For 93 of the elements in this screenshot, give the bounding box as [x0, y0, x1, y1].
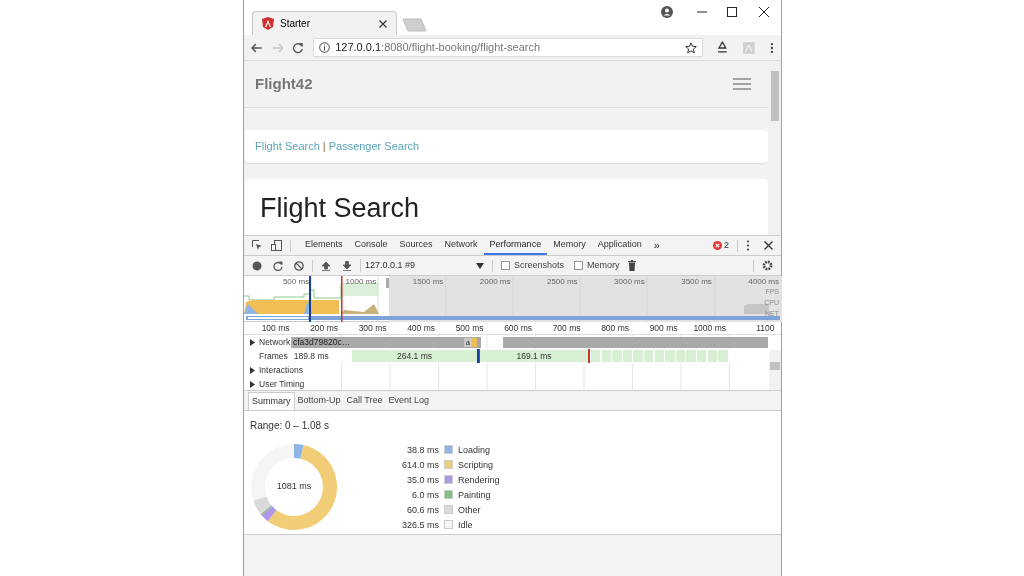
error-icon[interactable]	[713, 241, 722, 250]
expand-icon[interactable]	[249, 380, 256, 388]
address-bar[interactable]: 127.0.0.1:8080/flight-booking/flight-search	[313, 38, 703, 57]
duration-value: 38.8 ms	[406, 443, 440, 456]
expand-icon[interactable]	[249, 366, 256, 374]
back-icon[interactable]	[251, 41, 263, 54]
close-icon[interactable]	[379, 19, 387, 28]
range-text: Range: 0 – 1.08 s	[250, 419, 330, 433]
devtools-tab[interactable]: Network	[438, 236, 484, 255]
checkbox-label[interactable]: Screenshots	[514, 258, 565, 273]
tick-label: 800 ms	[601, 323, 629, 333]
info-icon	[319, 42, 331, 53]
tick-label: 900 ms	[649, 323, 678, 333]
tick-label: 600 ms	[504, 323, 532, 333]
frame-bar[interactable]: 264.1 ms	[352, 350, 477, 362]
timeline-overview-drawing[interactable]	[244, 276, 782, 322]
scrollbar[interactable]	[769, 350, 781, 390]
reload-icon[interactable]	[292, 41, 305, 54]
tick-label: 2000 ms	[479, 277, 511, 286]
tick-label: 3000 ms	[614, 277, 645, 286]
legend-label: Scripting	[458, 458, 493, 471]
tick-label: 300 ms	[358, 323, 387, 333]
download-icon[interactable]	[342, 260, 352, 271]
tick-label: 4000 ms	[748, 277, 779, 286]
devtools-tab[interactable]: Memory	[547, 236, 592, 255]
trash-icon[interactable]	[627, 260, 636, 271]
track-label[interactable]: Interactions	[259, 363, 303, 377]
checkbox-label[interactable]: Memory	[587, 258, 620, 273]
expand-icon[interactable]	[249, 338, 256, 346]
duration-value: 614.0 ms	[400, 458, 440, 471]
device-icon[interactable]	[271, 240, 282, 251]
separator-text: |	[322, 139, 326, 155]
tick-label: 500 ms	[455, 323, 484, 333]
tick-label: 1000 ms	[693, 323, 726, 333]
star-icon[interactable]	[684, 41, 697, 54]
url-text: 127.0.0.1:8080/flight-booking/flight-search	[335, 40, 541, 56]
brand-title[interactable]: Flight42	[255, 72, 313, 96]
profile-icon[interactable]	[661, 6, 673, 18]
devtools-tab[interactable]: Sources	[393, 236, 439, 255]
summary-tab[interactable]: Bottom-Up	[294, 392, 344, 410]
clear-icon[interactable]	[294, 260, 304, 271]
legend-label: Other	[458, 503, 481, 516]
tick-label: 3500 ms	[681, 277, 712, 286]
track-label[interactable]: Network	[259, 335, 291, 349]
browser-tab[interactable]: Starter	[252, 11, 397, 35]
profile-dropdown[interactable]: 127.0.0.1 #9	[360, 258, 484, 273]
new-tab-button[interactable]	[401, 18, 427, 32]
record-icon[interactable]	[252, 260, 262, 271]
page-heading: Flight Search	[260, 192, 421, 224]
legend-label: Rendering	[458, 473, 500, 486]
duration-value: 6.0 ms	[411, 488, 440, 501]
summary-tab[interactable]: Call Tree	[343, 392, 386, 410]
menu-icon[interactable]	[746, 240, 750, 251]
error-count[interactable]: 2	[724, 238, 729, 253]
track-label[interactable]: User Timing	[259, 377, 305, 390]
upload-icon[interactable]	[321, 260, 331, 271]
maximize-icon[interactable]	[727, 7, 737, 17]
shield-icon	[262, 17, 274, 30]
tick-label: 1500 ms	[412, 277, 444, 286]
legend-label: Painting	[458, 488, 491, 501]
summary-tab[interactable]: Summary	[248, 392, 295, 410]
close-icon[interactable]	[759, 7, 769, 17]
more-tabs-button[interactable]: »	[653, 237, 660, 254]
tick-label: 1100	[756, 323, 775, 333]
checkbox[interactable]	[501, 261, 510, 270]
devtools-tab[interactable]: Elements	[299, 236, 349, 255]
devtools-tab[interactable]: Application	[591, 236, 648, 255]
duration-value: 60.6 ms	[406, 503, 440, 516]
tick-label: 1000 ms	[345, 277, 377, 286]
tick-label: 500 ms	[282, 277, 310, 286]
close-icon[interactable]	[764, 241, 773, 250]
frame-marker	[588, 349, 590, 363]
total-time: 1081 ms	[275, 480, 313, 493]
legend-label: Loading	[458, 443, 491, 456]
tick-label: 200 ms	[310, 323, 338, 333]
duration-value: 35.0 ms	[406, 473, 440, 486]
tick-label: 400 ms	[407, 323, 435, 333]
frame-bar[interactable]: 169.1 ms	[480, 350, 588, 362]
tick-label: 100 ms	[261, 323, 290, 333]
checkbox[interactable]	[574, 261, 584, 270]
devtools-tab[interactable]: Console	[348, 236, 394, 255]
reload-icon[interactable]	[273, 260, 283, 271]
summary-tab[interactable]: Event Log	[385, 392, 433, 410]
legend-label: Idle	[458, 518, 473, 531]
settings-icon[interactable]	[762, 260, 773, 271]
frame-duration: 189.8 ms	[293, 349, 329, 363]
tick-label: 2500 ms	[546, 277, 578, 286]
menu-icon[interactable]	[770, 41, 774, 54]
inspect-icon[interactable]	[252, 240, 263, 251]
track-label: Frames	[259, 349, 288, 363]
duration-value: 326.5 ms	[400, 518, 440, 531]
caret-icon	[476, 262, 484, 269]
tick-label: 700 ms	[552, 323, 581, 333]
